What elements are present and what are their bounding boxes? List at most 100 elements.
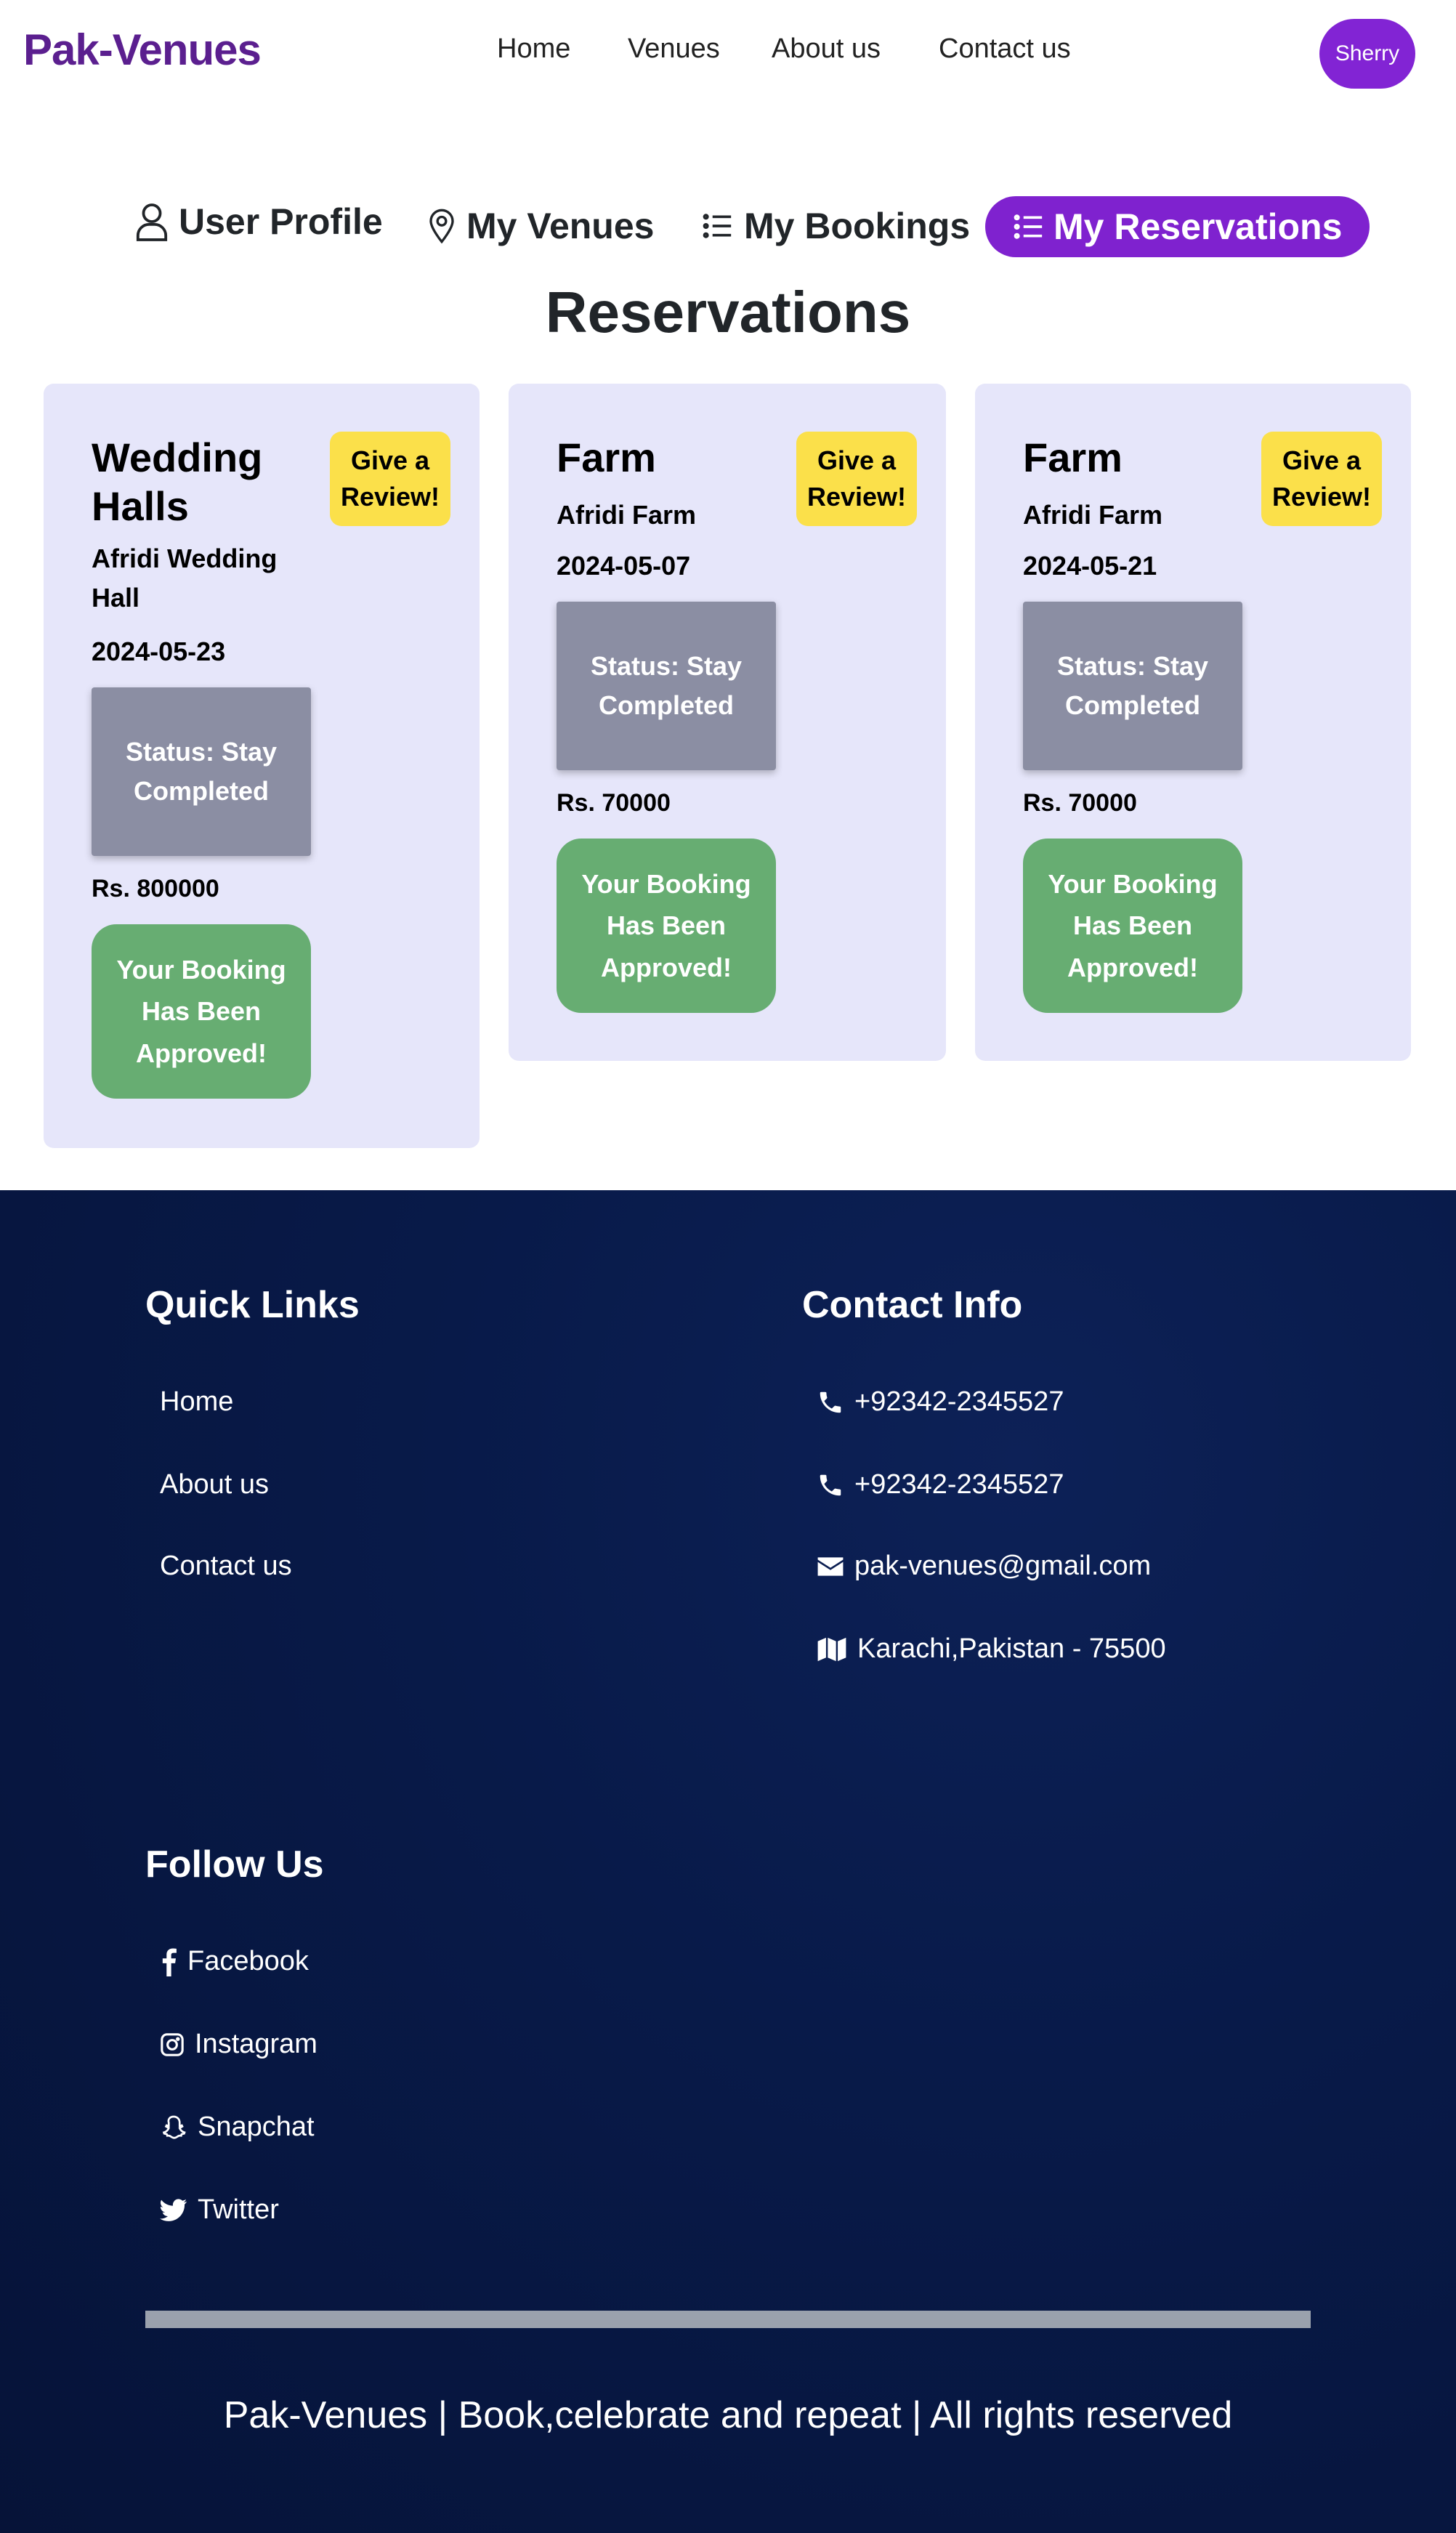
review-label: Give a — [1282, 445, 1362, 475]
status-label: Status: Stay — [1056, 651, 1209, 681]
social-label: Twitter — [198, 2194, 279, 2225]
venue-type-line: Halls — [92, 483, 189, 530]
social-label: Instagram — [195, 2029, 318, 2059]
review-label: Review! — [1271, 482, 1372, 512]
status-box: Status: Stay Completed — [92, 687, 311, 856]
price: Rs. 70000 — [557, 789, 671, 817]
twitter-icon — [160, 2198, 187, 2221]
quick-links-heading: Quick Links — [145, 1284, 360, 1326]
review-label: Give a — [350, 445, 430, 475]
tab-my-venues[interactable]: My Venues — [427, 205, 654, 247]
location-pin-icon — [429, 209, 454, 244]
footer: Quick Links Home About us Contact us Con… — [0, 1190, 1456, 2533]
person-icon — [136, 203, 168, 241]
approved-label: Approved! — [600, 952, 732, 982]
page-title: Reservations — [545, 280, 911, 344]
reservation-date: 2024-05-07 — [557, 551, 691, 581]
nav-link-home[interactable]: Home — [497, 33, 570, 65]
status-box: Status: Stay Completed — [1023, 602, 1242, 770]
status-label: Status: Stay — [590, 651, 743, 681]
status-label: Completed — [133, 776, 269, 806]
reservation-card: Farm Give a Review! Afridi Farm 2024-05-0… — [509, 384, 946, 1061]
social-label: Facebook — [187, 1946, 309, 1976]
give-review-button[interactable]: Give a Review! — [1261, 432, 1382, 526]
nav-link-venues[interactable]: Venues — [628, 33, 720, 65]
nav-link-contact[interactable]: Contact us — [939, 33, 1071, 65]
venue-name: Afridi Farm — [1023, 496, 1162, 535]
approved-badge: Your Booking Has Been Approved! — [557, 839, 776, 1013]
venue-type: Farm — [1023, 433, 1123, 482]
approved-label: Your Booking — [581, 868, 751, 899]
approved-badge: Your Booking Has Been Approved! — [1023, 839, 1242, 1013]
tab-user-profile[interactable]: User Profile — [135, 201, 383, 243]
contact-phone-2: +92342-2345527 — [817, 1469, 1064, 1500]
venue-type: Wedding Halls — [92, 433, 262, 530]
list-icon — [703, 214, 732, 238]
footer-link-contact[interactable]: Contact us — [160, 1551, 292, 1582]
contact-text: pak-venues@gmail.com — [854, 1551, 1152, 1581]
venue-type-line: Farm — [1023, 435, 1123, 480]
map-icon — [817, 1637, 846, 1661]
tab-label: User Profile — [179, 201, 383, 242]
approved-label: Your Booking — [1048, 868, 1218, 899]
phone-icon — [820, 1474, 841, 1495]
reservation-date: 2024-05-23 — [92, 637, 226, 666]
status-label: Completed — [598, 690, 734, 720]
venue-name-line: Afridi Farm — [1023, 500, 1163, 530]
social-instagram[interactable]: Instagram — [160, 2029, 318, 2060]
tab-my-reservations[interactable]: My Reservations — [985, 196, 1370, 257]
follow-us-heading: Follow Us — [145, 1843, 324, 1886]
envelope-icon — [817, 1556, 844, 1576]
reservation-card: Wedding Halls Give a Review! Afridi Weddi… — [44, 384, 480, 1148]
give-review-button[interactable]: Give a Review! — [330, 432, 450, 526]
instagram-icon — [161, 2032, 184, 2056]
venue-type-line: Wedding — [92, 435, 263, 480]
price: Rs. 800000 — [92, 875, 219, 902]
approved-label: Has Been — [1072, 910, 1193, 941]
approved-label: Has Been — [141, 996, 262, 1027]
price: Rs. 70000 — [1023, 789, 1137, 817]
venue-name: Afridi Wedding Hall — [92, 539, 277, 618]
brand-logo[interactable]: Pak-Venues — [23, 25, 262, 75]
review-label: Review! — [806, 482, 907, 512]
status-label: Status: Stay — [125, 737, 278, 767]
contact-phone-1: +92342-2345527 — [817, 1386, 1064, 1418]
contact-text: Karachi,Pakistan - 75500 — [857, 1633, 1166, 1664]
contact-info-heading: Contact Info — [802, 1284, 1023, 1326]
venue-type: Farm — [557, 433, 656, 482]
contact-email: pak-venues@gmail.com — [817, 1551, 1151, 1582]
nav-link-about[interactable]: About us — [772, 33, 881, 65]
give-review-button[interactable]: Give a Review! — [796, 432, 917, 526]
footer-link-about[interactable]: About us — [160, 1469, 269, 1500]
venue-name-line: Hall — [92, 583, 140, 613]
facebook-icon — [162, 1948, 177, 1976]
approved-badge: Your Booking Has Been Approved! — [92, 924, 311, 1099]
footer-link-home[interactable]: Home — [160, 1386, 233, 1418]
tab-label: My Venues — [466, 206, 655, 246]
social-twitter[interactable]: Twitter — [160, 2194, 279, 2226]
venue-name-line: Afridi Wedding — [92, 544, 278, 573]
status-label: Completed — [1064, 690, 1200, 720]
approved-label: Approved! — [135, 1038, 267, 1068]
reservation-date: 2024-05-21 — [1023, 551, 1157, 581]
approved-label: Has Been — [606, 910, 727, 941]
tab-label: My Bookings — [744, 206, 971, 246]
social-snapchat[interactable]: Snapchat — [160, 2112, 315, 2143]
contact-address: Karachi,Pakistan - 75500 — [817, 1633, 1166, 1665]
tab-my-bookings[interactable]: My Bookings — [702, 205, 970, 247]
footer-divider — [145, 2311, 1311, 2328]
venue-name-line: Afridi Farm — [557, 500, 697, 530]
venue-type-line: Farm — [557, 435, 656, 480]
copyright-text: Pak-Venues | Book,celebrate and repeat |… — [223, 2394, 1233, 2436]
venue-name: Afridi Farm — [557, 496, 696, 535]
social-label: Snapchat — [198, 2112, 315, 2142]
contact-text: +92342-2345527 — [854, 1469, 1064, 1500]
navbar: Pak-Venues Home Venues About us Contact … — [0, 0, 1456, 109]
user-avatar-button[interactable]: Sherry — [1319, 19, 1415, 89]
approved-label: Your Booking — [116, 954, 286, 985]
status-box: Status: Stay Completed — [557, 602, 776, 770]
contact-text: +92342-2345527 — [854, 1386, 1064, 1417]
reservation-card: Farm Give a Review! Afridi Farm 2024-05-2… — [975, 384, 1411, 1061]
social-facebook[interactable]: Facebook — [160, 1946, 309, 1977]
tab-label: My Reservations — [1053, 206, 1343, 247]
